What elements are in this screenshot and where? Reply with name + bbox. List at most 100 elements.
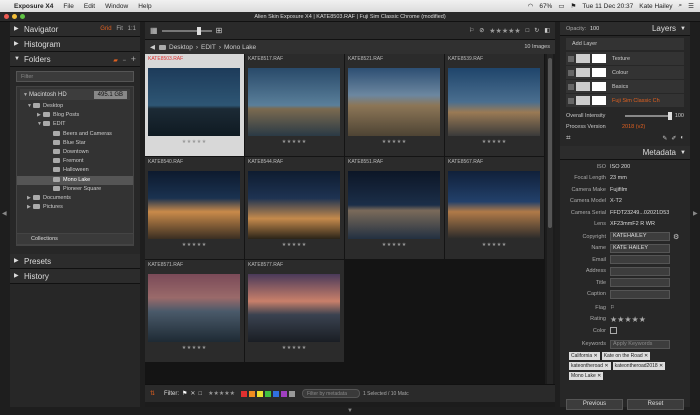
gear-icon[interactable]: ⚙ — [673, 233, 679, 241]
flag-filter-white-icon[interactable]: ⚑ — [182, 390, 187, 397]
compare-icon[interactable]: ◧ — [544, 27, 550, 34]
layer-visibility-icon[interactable] — [568, 55, 574, 62]
menu-help[interactable]: Help — [133, 3, 156, 10]
thumbnail-rating[interactable]: ★★★★★ — [445, 139, 544, 145]
sort-icon[interactable]: ⇅ — [150, 390, 155, 397]
tree-item[interactable]: Beers and Cameras — [17, 130, 133, 139]
thumbnail[interactable]: KATE8551.RAF ★★★★★ — [345, 157, 444, 259]
grid-scrollbar[interactable] — [547, 54, 553, 384]
color-filter-swatch[interactable] — [248, 390, 255, 397]
thumbnail-rating[interactable]: ★★★★★ — [245, 345, 344, 351]
tree-item[interactable]: Pioneer Square — [17, 185, 133, 194]
grid-size-icon[interactable]: ▦ — [150, 26, 158, 35]
app-menu[interactable]: Exposure X4 — [11, 3, 58, 10]
keyword-tag[interactable]: Mono Lake ✕ — [569, 372, 604, 380]
title-field[interactable] — [610, 278, 670, 288]
rating-stars[interactable]: ★★★★★ — [610, 315, 646, 324]
grid-mode-button[interactable]: Grid — [100, 26, 111, 32]
caption-field[interactable] — [610, 289, 670, 299]
color-label-box[interactable] — [610, 327, 617, 335]
layer-visibility-icon[interactable] — [568, 69, 574, 76]
keyword-tag[interactable]: Kate on the Road ✕ — [601, 352, 651, 360]
thumbnail-rating[interactable]: ★★★★★ — [445, 242, 544, 248]
rating-stars[interactable]: ★★★★★ — [489, 27, 520, 35]
tree-item[interactable]: ▶ Blog Posts — [17, 111, 133, 120]
color-label-icon[interactable]: □ — [526, 28, 530, 34]
thumbnail-rating[interactable]: ★★★★★ — [245, 242, 344, 248]
large-grid-icon[interactable]: ⊞ — [216, 26, 223, 35]
histogram-header[interactable]: ▶ Histogram — [10, 37, 140, 52]
tree-item[interactable]: Downtown — [17, 148, 133, 157]
keyword-tag[interactable]: kateontheroad2018 ✕ — [612, 362, 666, 370]
color-filter-swatch[interactable] — [280, 390, 287, 397]
layers-header[interactable]: Opacity: 100 Layers ▼ — [560, 22, 690, 36]
thumbnail-rating[interactable]: ★★★★★ — [345, 139, 444, 145]
list-icon[interactable]: ☰ — [688, 2, 694, 10]
one-to-one-button[interactable]: 1:1 — [128, 26, 136, 32]
previous-button[interactable]: Previous — [566, 399, 623, 410]
crop-icon[interactable]: ⌗ — [566, 133, 571, 143]
collections-row[interactable]: Collections — [16, 233, 134, 245]
remove-keyword-icon[interactable]: ✕ — [643, 353, 648, 359]
remove-keyword-icon[interactable]: ✕ — [592, 353, 598, 359]
color-filter-swatch[interactable] — [256, 390, 263, 397]
color-filter-swatch[interactable] — [240, 390, 247, 397]
thumbnail[interactable]: KATE8517.RAF ★★★★★ — [245, 54, 344, 156]
remove-keyword-icon[interactable]: ✕ — [603, 363, 608, 369]
thumbnail[interactable]: KATE8577.RAF ★★★★★ — [245, 260, 344, 362]
back-arrow-icon[interactable]: ◀ — [150, 43, 155, 51]
color-filter-swatch[interactable] — [272, 390, 279, 397]
layer-row[interactable]: Basics — [566, 80, 684, 93]
process-version-select[interactable]: 2018 (v2) — [622, 124, 645, 130]
more-options-icon[interactable]: ◐ — [680, 135, 684, 141]
layer-row[interactable]: Colour — [566, 66, 684, 79]
thumbnail[interactable]: KATE8503.RAF ★★★★★ — [145, 54, 244, 156]
reject-icon[interactable]: ⊘ — [479, 27, 484, 34]
battery-label[interactable]: 67% — [539, 3, 552, 10]
keyword-tag[interactable]: kateontheroad ✕ — [569, 362, 611, 370]
brush-icon[interactable]: ✎ — [662, 135, 667, 142]
tree-item[interactable]: ▶ Pictures — [17, 203, 133, 212]
layer-visibility-icon[interactable] — [568, 83, 574, 90]
collapse-bottom-icon[interactable]: ▼ — [347, 408, 353, 414]
presets-header[interactable]: ▶ Presets — [10, 254, 140, 269]
thumbnail-rating[interactable]: ★★★★★ — [245, 139, 344, 145]
thumbnail[interactable]: KATE8567.RAF ★★★★★ — [445, 157, 544, 259]
tree-item[interactable]: Halloween — [17, 166, 133, 175]
thumbnail[interactable]: KATE8571.RAF ★★★★★ — [145, 260, 244, 362]
thumbnail[interactable]: KATE8544.RAF ★★★★★ — [245, 157, 344, 259]
thumbnail-rating[interactable]: ★★★★★ — [345, 242, 444, 248]
layer-visibility-icon[interactable] — [568, 97, 574, 104]
keyword-tag[interactable]: California ✕ — [569, 352, 600, 360]
collapse-left-panel-icon[interactable]: ◀ — [2, 210, 7, 217]
overall-intensity-value[interactable]: 100 — [675, 113, 684, 119]
minimize-window-button[interactable] — [12, 14, 17, 19]
path-edit[interactable]: EDIT — [201, 44, 216, 51]
erase-brush-icon[interactable]: ✐ — [671, 135, 676, 142]
navigator-header[interactable]: ▶ Navigator Grid Fit 1:1 — [10, 22, 140, 37]
thumbnail-rating[interactable]: ★★★★★ — [145, 345, 244, 351]
remove-folder-button[interactable]: − — [123, 58, 127, 64]
layer-mask[interactable] — [592, 96, 606, 105]
reject-filter-icon[interactable]: ✕ — [190, 390, 195, 397]
opacity-value[interactable]: 100 — [590, 22, 599, 36]
color-filter-swatch[interactable] — [264, 390, 271, 397]
layer-mask[interactable] — [592, 68, 606, 77]
copyright-field[interactable]: KATEHAILEY — [610, 232, 670, 242]
add-folder-button[interactable]: + — [131, 54, 136, 64]
layer-row[interactable]: Fuji Sim Classic Ch — [566, 94, 684, 107]
thumbnail[interactable]: KATE8540.RAF ★★★★★ — [145, 157, 244, 259]
flag-filter-icon[interactable]: ⚐ — [469, 27, 474, 34]
remove-keyword-icon[interactable]: ✕ — [658, 363, 663, 369]
keywords-input[interactable]: Apply Keywords — [610, 339, 670, 349]
metadata-filter-input[interactable]: Filter by metadata — [301, 389, 360, 398]
thumbnail-rating[interactable]: ★★★★★ — [145, 139, 244, 145]
menu-edit[interactable]: Edit — [79, 3, 100, 10]
clock[interactable]: Tue 11 Dec 20:37 — [582, 3, 633, 10]
fit-mode-button[interactable]: Fit — [116, 26, 123, 32]
layer-mask[interactable] — [592, 54, 606, 63]
search-icon[interactable]: ⌕ — [679, 2, 683, 10]
drive-row[interactable]: ▼ Macintosh HD 495.1 GB — [20, 89, 130, 100]
thumbnail[interactable]: KATE8521.RAF ★★★★★ — [345, 54, 444, 156]
email-field[interactable] — [610, 255, 670, 265]
